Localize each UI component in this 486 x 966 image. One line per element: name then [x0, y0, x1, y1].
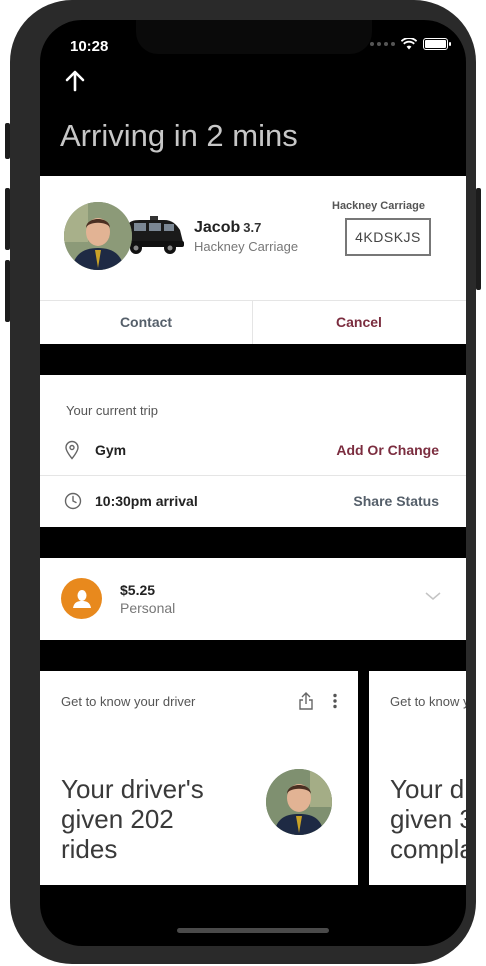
- driver-info-card[interactable]: Get to know your driver Your driver's gi…: [369, 671, 466, 885]
- trip-card: Your current trip Gym Add Or Change 10:3…: [40, 375, 466, 527]
- screen: 10:28 Arriving in 2 mins Jacob 3.7 Hackn…: [40, 20, 466, 946]
- statement-line: Your driver's: [61, 774, 204, 804]
- driver-car-type: Hackney Carriage: [194, 239, 299, 254]
- notch: [136, 20, 372, 54]
- license-plate: 4KDSKJS: [345, 218, 431, 256]
- pin-icon: [65, 440, 79, 460]
- driver-avatar: [64, 202, 132, 270]
- volume-down-button: [5, 260, 10, 322]
- driver-avatar: [266, 769, 332, 835]
- add-or-change-button[interactable]: Add Or Change: [336, 442, 439, 458]
- plate-label: Hackney Carriage: [332, 200, 425, 212]
- card-statement: Your driver's given 3 complaints: [390, 774, 466, 864]
- home-indicator[interactable]: [177, 928, 329, 933]
- driver-name: Jacob: [194, 219, 241, 236]
- payment-card[interactable]: $5.25 Personal: [40, 558, 466, 640]
- driver-name-line: Jacob 3.7: [194, 219, 261, 237]
- statement-line: given 3: [390, 804, 466, 834]
- statement-line: given 202: [61, 804, 174, 834]
- driver-rating: 3.7: [243, 220, 262, 235]
- cancel-button[interactable]: Cancel: [253, 300, 465, 344]
- arrival-label: 10:30pm arrival: [95, 493, 198, 509]
- contact-button[interactable]: Contact: [40, 300, 252, 344]
- destination-row[interactable]: Gym Add Or Change: [40, 425, 466, 475]
- payment-amount: $5.25: [120, 582, 156, 598]
- payment-type: Personal: [120, 600, 176, 616]
- status-time: 10:28: [70, 38, 109, 55]
- up-arrow-icon[interactable]: [62, 68, 88, 94]
- status-icons: [370, 38, 451, 50]
- statement-line: Your driver's: [390, 774, 466, 804]
- volume-up-button: [5, 188, 10, 250]
- trip-heading: Your current trip: [66, 403, 159, 418]
- person-icon: [61, 578, 102, 619]
- share-status-button[interactable]: Share Status: [353, 493, 439, 509]
- driver-card: Jacob 3.7 Hackney Carriage Hackney Carria…: [40, 176, 466, 344]
- power-button: [476, 188, 481, 290]
- card-heading: Get to know your driver: [390, 694, 466, 709]
- chevron-down-icon[interactable]: [424, 590, 442, 602]
- more-icon[interactable]: [332, 693, 338, 709]
- statement-line: complaints: [390, 834, 466, 864]
- clock-icon: [64, 492, 82, 510]
- arrival-row: 10:30pm arrival Share Status: [40, 476, 466, 526]
- signal-icon: [370, 42, 395, 46]
- battery-icon: [423, 38, 451, 50]
- share-icon[interactable]: [298, 691, 314, 711]
- card-statement: Your driver's given 202 rides: [61, 774, 204, 864]
- card-heading: Get to know your driver: [61, 694, 196, 709]
- phone-frame: 10:28 Arriving in 2 mins Jacob 3.7 Hackn…: [5, 0, 481, 964]
- mute-switch: [5, 123, 10, 159]
- wifi-icon: [401, 38, 417, 50]
- driver-info-card[interactable]: Get to know your driver Your driver's gi…: [40, 671, 358, 885]
- page-title: Arriving in 2 mins: [60, 118, 298, 153]
- statement-line: rides: [61, 834, 118, 864]
- destination-label: Gym: [95, 442, 127, 458]
